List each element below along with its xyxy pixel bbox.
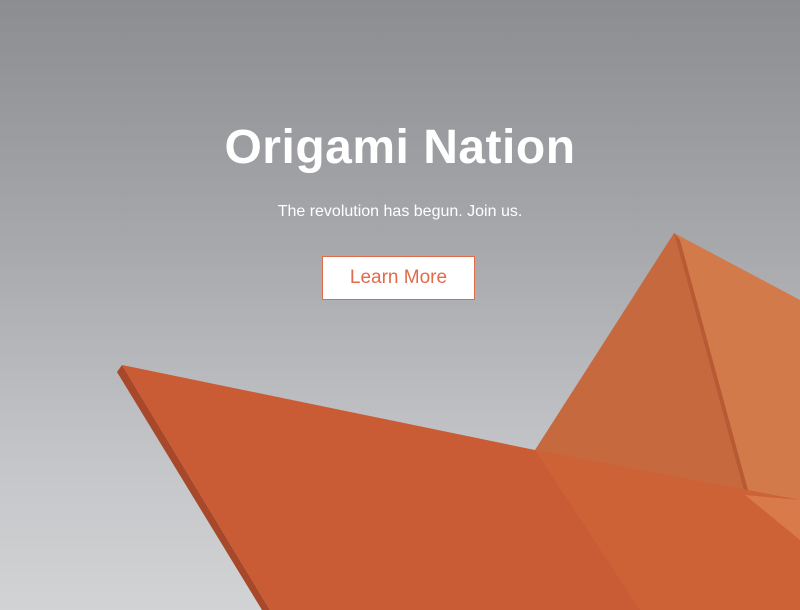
hero-subtitle: The revolution has begun. Join us. (277, 203, 523, 220)
hero-title: Origami Nation (224, 121, 576, 174)
learn-more-button[interactable]: Learn More (322, 256, 475, 300)
hero-section: Origami Nation The revolution has begun.… (0, 0, 800, 610)
origami-boat-image (117, 233, 800, 610)
